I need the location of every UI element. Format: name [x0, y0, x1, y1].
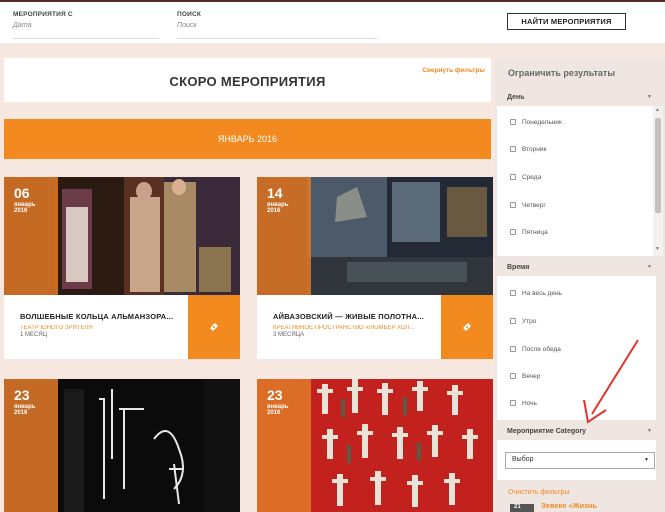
time-option[interactable]: Вечер	[510, 373, 540, 380]
events-from-label: МЕРОПРИЯТИЯ С	[13, 11, 73, 18]
checkbox[interactable]	[510, 119, 516, 125]
event-day: 23	[14, 387, 30, 403]
time-option-label: Вечер	[522, 373, 541, 380]
event-venue[interactable]: ТЕАТР ЮНОГО ЗРИТЕЛЯ	[20, 325, 188, 331]
date-badge: 23 январь 2016	[257, 379, 311, 512]
event-year: 2016	[267, 208, 281, 214]
event-title[interactable]: ВОЛШЕБНЫЕ КОЛЬЦА АЛЬМАНЗОРА...	[20, 312, 188, 321]
day-option-label: Понедельник	[522, 119, 562, 126]
time-section-toggle[interactable]: Время ▼	[497, 260, 656, 276]
event-year: 2016	[14, 410, 28, 416]
search-field[interactable]: ПОИСК Поиск	[177, 11, 377, 39]
day-option[interactable]: Пятница	[510, 229, 548, 236]
upcoming-events-header: СКОРО МЕРОПРИЯТИЯ Свернуть фильтры	[4, 58, 491, 102]
filters-sidebar: Ограничить результаты День ▼ Понедельник…	[495, 58, 665, 512]
event-image[interactable]: 14 январь 2016	[257, 177, 493, 295]
event-card[interactable]: 14 январь 2016 АЙВАЗОВСКИЙ — ЖИВЫЕ ПОЛОТ…	[257, 177, 493, 359]
day-section-toggle[interactable]: День ▼	[497, 90, 656, 106]
checkbox[interactable]	[510, 346, 516, 352]
checkbox[interactable]	[510, 400, 516, 406]
events-from-field[interactable]: МЕРОПРИЯТИЯ С Дата	[13, 11, 159, 39]
day-option-label: Вторник	[522, 146, 547, 153]
time-options: На весь день Утро После обеда Вечер Ночь	[497, 276, 656, 420]
time-option-label: На весь день	[522, 290, 562, 297]
event-year: 2016	[267, 410, 281, 416]
time-option-label: После обеда	[522, 346, 561, 353]
event-day: 23	[267, 387, 283, 403]
event-card[interactable]: 06 январь 2016 ВОЛШЕБНЫЕ КОЛЬЦА АЛЬМАНЗО…	[4, 177, 240, 359]
event-title[interactable]: АЙВАЗОВСКИЙ — ЖИВЫЕ ПОЛОТНА...	[273, 312, 441, 321]
scrollbar-thumb[interactable]	[655, 118, 661, 213]
ticket-icon	[463, 323, 471, 331]
clear-filters-link[interactable]: Очистить фильтры	[508, 489, 569, 496]
ticket-button[interactable]	[441, 295, 493, 359]
event-card[interactable]: 23 январь 2016	[4, 379, 240, 512]
event-info: ВОЛШЕБНЫЕ КОЛЬЦА АЛЬМАНЗОРА... ТЕАТР ЮНО…	[4, 295, 188, 359]
category-select[interactable]: Выбор ▼	[505, 452, 655, 469]
event-duration: 3 МЕСЯЦА	[273, 332, 305, 338]
category-section-label: Мероприятие Category	[507, 428, 587, 435]
category-select-value: Выбор	[512, 456, 534, 463]
time-option[interactable]: После обеда	[510, 346, 561, 353]
filter-bar: МЕРОПРИЯТИЯ С Дата ПОИСК Поиск НАЙТИ МЕР…	[0, 0, 665, 44]
scroll-down-icon[interactable]: ▼	[655, 246, 660, 252]
event-image[interactable]: 23 январь 2016	[4, 379, 240, 512]
caret-down-icon: ▼	[647, 94, 652, 100]
ticket-icon	[210, 323, 218, 331]
mini-event-date: 21	[510, 504, 534, 512]
checkbox[interactable]	[510, 202, 516, 208]
event-image[interactable]: 06 январь 2016	[4, 177, 240, 295]
event-year: 2016	[14, 208, 28, 214]
event-duration: 1 МЕСЯЦ	[20, 332, 48, 338]
category-section-toggle[interactable]: Мероприятие Category ▼	[497, 424, 656, 440]
time-option[interactable]: На весь день	[510, 290, 562, 297]
date-badge: 06 январь 2016	[4, 177, 58, 295]
filters-heading: Ограничить результаты	[508, 68, 616, 78]
date-badge: 14 январь 2016	[257, 177, 311, 295]
checkbox[interactable]	[510, 174, 516, 180]
day-option-label: Среда	[522, 174, 542, 181]
event-day: 14	[267, 185, 283, 201]
day-section-label: День	[507, 94, 525, 101]
checkbox[interactable]	[510, 290, 516, 296]
page-title: СКОРО МЕРОПРИЯТИЯ	[169, 74, 326, 89]
day-option[interactable]: Вторник	[510, 146, 546, 153]
day-list-scrollbar[interactable]: ▲ ▼	[653, 106, 663, 256]
day-option-label: Четверг	[522, 202, 546, 209]
checkbox[interactable]	[510, 146, 516, 152]
event-info: АЙВАЗОВСКИЙ — ЖИВЫЕ ПОЛОТНА... КРЕАТИВНО…	[257, 295, 441, 359]
scroll-up-icon[interactable]: ▲	[655, 107, 660, 113]
time-section-label: Время	[507, 264, 530, 271]
mini-event-title[interactable]: Зевеке «Жизнь	[541, 501, 597, 510]
day-options: Понедельник Вторник Среда Четверг Пятниц…	[497, 106, 656, 256]
ticket-button[interactable]	[188, 295, 240, 359]
day-option-label: Пятница	[522, 229, 548, 236]
collapse-filters-link[interactable]: Свернуть фильтры	[422, 67, 485, 74]
caret-down-icon: ▼	[647, 428, 652, 434]
checkbox[interactable]	[510, 318, 516, 324]
day-option[interactable]: Понедельник	[510, 119, 562, 126]
search-input[interactable]: Поиск	[177, 22, 377, 29]
event-day: 06	[14, 185, 30, 201]
find-events-button[interactable]: НАЙТИ МЕРОПРИЯТИЯ	[507, 13, 626, 30]
checkbox[interactable]	[510, 373, 516, 379]
chevron-down-icon: ▼	[644, 457, 649, 463]
events-from-input[interactable]: Дата	[13, 22, 159, 29]
time-option[interactable]: Утро	[510, 318, 536, 325]
time-option-label: Утро	[522, 318, 537, 325]
time-option[interactable]: Ночь	[510, 400, 537, 407]
day-option[interactable]: Среда	[510, 174, 541, 181]
search-label: ПОИСК	[177, 11, 202, 18]
month-header: ЯНВАРЬ 2016	[4, 119, 491, 159]
event-venue[interactable]: КРЕАТИВНОЕ ПРОСТРАНСТВО «ЛЮМЬЕР ХОЛ...	[273, 325, 441, 331]
checkbox[interactable]	[510, 229, 516, 235]
day-option[interactable]: Четверг	[510, 202, 546, 209]
event-card[interactable]: 23 январь 2016	[257, 379, 493, 512]
date-badge: 23 январь 2016	[4, 379, 58, 512]
caret-down-icon: ▼	[647, 264, 652, 270]
time-option-label: Ночь	[522, 400, 537, 407]
event-image[interactable]: 23 январь 2016	[257, 379, 493, 512]
